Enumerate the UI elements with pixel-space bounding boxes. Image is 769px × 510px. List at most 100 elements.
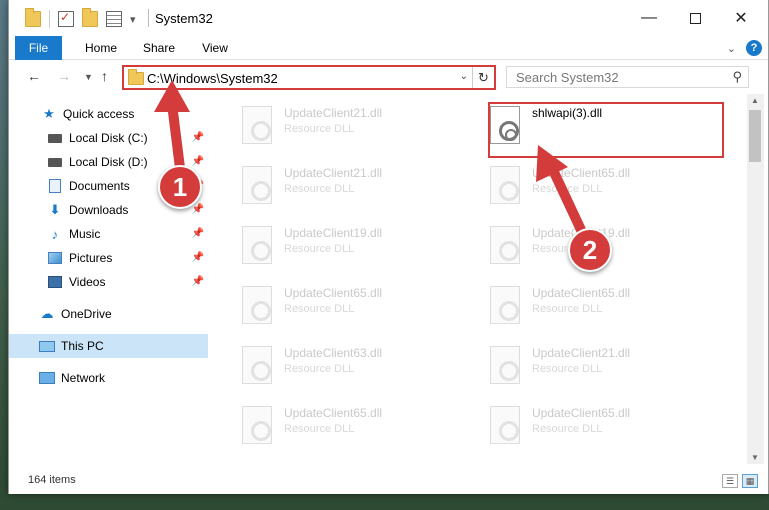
file-item[interactable]: UpdateClient65.dll Resource DLL (238, 276, 478, 336)
search-icon[interactable]: ⚲ (732, 69, 742, 85)
file-name: UpdateClient65.dll (532, 166, 631, 180)
chevron-down-icon[interactable]: ▾ (130, 13, 136, 26)
document-icon (47, 178, 63, 194)
video-icon (47, 274, 63, 290)
file-item[interactable]: UpdateClient65.dll Resource DLL (486, 156, 726, 216)
file-item[interactable]: UpdateClient21.dll Resource DLL (238, 156, 478, 216)
file-item[interactable]: UpdateClient21.dll Resource DLL (486, 336, 726, 396)
customize-icon[interactable] (106, 11, 122, 27)
pin-icon: 📌 (191, 132, 204, 143)
network-icon (39, 370, 55, 386)
file-description: Resource DLL (532, 183, 603, 195)
vertical-scrollbar[interactable]: ▲ ▼ (747, 94, 764, 464)
sidebar-item-local-disk-c[interactable]: Local Disk (C:) 📌 (47, 126, 208, 150)
close-button[interactable]: ✕ (718, 0, 764, 36)
file-name: UpdateClient65.dll (284, 286, 383, 300)
file-item[interactable]: UpdateClient63.dll Resource DLL (238, 336, 478, 396)
file-name: UpdateClient63.dll (284, 346, 383, 360)
music-icon: ♪ (51, 226, 59, 242)
sidebar-item-videos[interactable]: Videos 📌 (47, 270, 208, 294)
file-item[interactable]: UpdateClient65.dll Resource DLL (486, 396, 726, 456)
dll-file-icon (490, 226, 520, 264)
file-description: Resource DLL (284, 423, 355, 435)
maximize-button[interactable] (672, 0, 718, 36)
pin-icon: 📌 (191, 204, 204, 215)
pin-icon: 📌 (191, 276, 204, 287)
title-divider (148, 9, 149, 27)
sidebar-item-label: Local Disk (C:) (69, 131, 148, 145)
folder-icon[interactable] (25, 8, 41, 27)
disk-icon (47, 154, 63, 170)
quick-access-toolbar: ▾ (25, 8, 136, 28)
dll-file-icon (490, 346, 520, 384)
pin-icon: 📌 (191, 156, 204, 167)
tab-view[interactable]: View (195, 36, 235, 60)
tab-file[interactable]: File (15, 36, 62, 60)
search-input[interactable]: Search System32 ⚲ (506, 66, 749, 88)
sidebar-item-label: Pictures (69, 251, 113, 265)
file-description: Resource DLL (532, 423, 603, 435)
sidebar-item-pictures[interactable]: Pictures 📌 (47, 246, 208, 270)
file-description: Resource DLL (284, 183, 355, 195)
sidebar-item-quick-access[interactable]: ★ Quick access (41, 102, 208, 126)
sidebar-item-label: OneDrive (61, 307, 112, 321)
dll-file-icon (490, 166, 520, 204)
window-title: System32 (155, 11, 213, 26)
refresh-icon[interactable]: ↻ (472, 67, 494, 88)
navigation-bar: ← → ▼ ↑ C:\Windows\System32 ⌄ ↻ Search S… (9, 60, 768, 94)
sidebar-item-onedrive[interactable]: ☁ OneDrive (39, 302, 208, 326)
pin-icon: 📌 (191, 228, 204, 239)
address-bar[interactable]: C:\Windows\System32 ⌄ ↻ (122, 65, 496, 90)
sidebar-item-label: Documents (69, 179, 130, 193)
file-description: Resource DLL (532, 303, 603, 315)
sidebar-item-label: Local Disk (D:) (69, 155, 148, 169)
tiles-view-icon[interactable]: ▦ (742, 474, 758, 488)
view-switcher: ☰ ▦ (722, 474, 758, 488)
chevron-down-icon[interactable]: ⌄ (460, 71, 468, 82)
tab-home[interactable]: Home (79, 36, 123, 60)
file-name: UpdateClient21.dll (284, 106, 383, 120)
dll-file-icon (242, 226, 272, 264)
expand-ribbon-icon[interactable]: ⌄ (727, 42, 736, 55)
file-name: UpdateClient65.dll (532, 406, 631, 420)
toolbar-divider (49, 10, 50, 28)
file-item[interactable]: UpdateClient65.dll Resource DLL (486, 276, 726, 336)
file-item[interactable]: UpdateClient21.dll Resource DLL (238, 96, 478, 156)
minimize-button[interactable]: — (626, 0, 672, 36)
sidebar-item-label: Videos (69, 275, 106, 289)
file-description: Resource DLL (284, 243, 355, 255)
star-icon: ★ (43, 106, 55, 121)
address-path[interactable]: C:\Windows\System32 (147, 71, 278, 86)
help-icon[interactable]: ? (746, 40, 762, 56)
ribbon-right-controls: ⌄ ? (727, 40, 762, 56)
sidebar-item-label: Network (61, 371, 106, 385)
computer-icon (39, 338, 55, 354)
sidebar-item-music[interactable]: ♪ Music 📌 (47, 222, 208, 246)
file-description: Resource DLL (284, 303, 355, 315)
scroll-up-icon[interactable]: ▲ (751, 96, 759, 105)
new-folder-icon[interactable] (82, 8, 98, 27)
scroll-down-icon[interactable]: ▼ (751, 453, 759, 462)
highlight-box (488, 102, 724, 158)
picture-icon (47, 250, 63, 266)
details-view-icon[interactable]: ☰ (722, 474, 738, 488)
step-1-badge: 1 (158, 165, 202, 209)
item-count: 164 items (28, 474, 76, 486)
sidebar-item-network[interactable]: Network (39, 366, 208, 390)
scrollbar-thumb[interactable] (749, 110, 761, 162)
sidebar-item-this-pc[interactable]: This PC (9, 334, 208, 358)
forward-arrow-icon[interactable]: → (57, 68, 71, 84)
properties-check-icon[interactable] (58, 10, 74, 27)
file-item[interactable]: UpdateClient19.dll Resource DLL (238, 216, 478, 276)
maximize-icon (689, 12, 701, 24)
file-item[interactable]: UpdateClient65.dll Resource DLL (238, 396, 478, 456)
recent-locations-icon[interactable]: ▼ (84, 72, 93, 82)
sidebar-item-label: Quick access (63, 107, 135, 121)
back-arrow-icon[interactable]: ← (27, 68, 41, 84)
dll-file-icon (242, 406, 272, 444)
file-name: UpdateClient21.dll (532, 346, 631, 360)
file-list: UpdateClient21.dll Resource DLL shlwapi(… (216, 94, 747, 464)
disk-icon (47, 130, 63, 146)
up-arrow-icon[interactable]: ↑ (101, 68, 108, 84)
tab-share[interactable]: Share (137, 36, 181, 60)
